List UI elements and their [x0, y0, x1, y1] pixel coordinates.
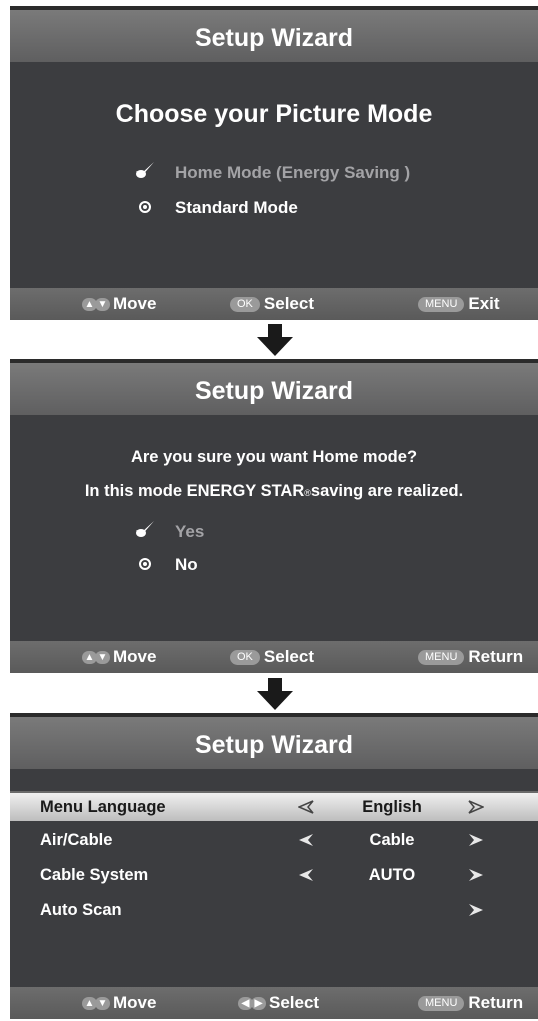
footer-return: MENU Return	[418, 987, 523, 1019]
checkmark-icon	[134, 161, 156, 184]
footer-select-label: Select	[263, 294, 314, 313]
up-down-key-icon: ▲ ▼	[82, 297, 110, 311]
left-arrow-icon[interactable]	[298, 832, 314, 848]
footer-return-label: Return	[468, 647, 524, 666]
footer-exit: MENU Exit	[418, 288, 500, 320]
left-arrow-icon[interactable]	[298, 867, 314, 883]
footer-select-label: Select	[263, 647, 314, 666]
radio-icon	[134, 198, 156, 218]
footer-move-label: Move	[113, 993, 157, 1012]
cable-system-row[interactable]: Cable System AUTO	[10, 861, 538, 889]
energy-star-text: In this mode ENERGY STAR	[84, 482, 305, 500]
registered-mark: ®	[304, 488, 311, 498]
footer-bar: ▲ ▼ Move ◀ ▶ Select MENU Return	[10, 987, 538, 1019]
right-arrow-icon[interactable]	[468, 867, 484, 883]
option-label: Standard Mode	[175, 198, 298, 217]
left-right-key-icon: ◀ ▶	[238, 996, 266, 1010]
air-cable-row[interactable]: Air/Cable Cable	[10, 826, 538, 854]
setup-wizard-screen-1: Setup Wizard Choose your Picture Mode Ho…	[10, 6, 538, 320]
footer-move-label: Move	[113, 294, 157, 313]
option-label: Home Mode (Energy Saving )	[175, 162, 411, 182]
setup-wizard-screen-2: Setup Wizard Are you sure you want Home …	[10, 359, 538, 673]
left-arrow-icon[interactable]	[298, 799, 314, 815]
footer-move: ▲ ▼ Move	[82, 288, 156, 320]
option-standard-mode[interactable]: Standard Mode	[134, 198, 298, 218]
ok-key-icon: OK	[230, 296, 260, 312]
footer-select: OK Select	[230, 288, 314, 320]
screen-title: Setup Wizard	[10, 359, 538, 415]
option-label: No	[175, 555, 198, 574]
footer-move-label: Move	[113, 647, 157, 666]
confirm-question: Are you sure you want Home mode?	[130, 448, 418, 466]
screen-title: Setup Wizard	[10, 6, 538, 62]
footer-select: ◀ ▶ Select	[238, 987, 319, 1019]
footer-move: ▲ ▼ Move	[82, 987, 156, 1019]
footer-return: MENU Return	[418, 641, 523, 673]
menu-language-row[interactable]: Menu Language English	[10, 791, 538, 821]
row-label: Menu Language	[40, 798, 166, 816]
up-down-key-icon: ▲ ▼	[82, 996, 110, 1010]
footer-bar: ▲ ▼ Move OK Select MENU Return	[10, 641, 538, 673]
menu-key-icon: MENU	[418, 296, 465, 312]
footer-select: OK Select	[230, 641, 314, 673]
right-arrow-icon[interactable]	[468, 799, 484, 815]
setup-wizard-screen-3: Setup Wizard Menu Language English Air/C…	[10, 713, 538, 1019]
footer-bar: ▲ ▼ Move OK Select MENU Exit	[10, 288, 538, 320]
row-value: English	[362, 798, 422, 816]
row-value: AUTO	[368, 866, 416, 884]
energy-star-note: In this mode ENERGY STAR®saving are real…	[10, 482, 538, 501]
right-arrow-icon[interactable]	[468, 902, 484, 918]
screen-title: Setup Wizard	[10, 713, 538, 769]
row-label: Cable System	[40, 866, 149, 884]
down-arrow-icon	[257, 678, 293, 710]
option-home-mode[interactable]: Home Mode (Energy Saving )	[134, 161, 410, 184]
menu-key-icon: MENU	[418, 649, 465, 665]
row-label: Air/Cable	[40, 831, 113, 849]
option-label: Yes	[175, 521, 205, 541]
option-yes[interactable]: Yes	[134, 520, 204, 543]
picture-mode-heading: Choose your Picture Mode	[115, 100, 433, 128]
footer-return-label: Return	[468, 993, 524, 1012]
ok-key-icon: OK	[230, 649, 260, 665]
auto-scan-row[interactable]: Auto Scan	[10, 896, 538, 924]
footer-move: ▲ ▼ Move	[82, 641, 156, 673]
radio-icon	[134, 555, 156, 575]
footer-select-label: Select	[269, 993, 320, 1012]
footer-exit-label: Exit	[468, 294, 500, 313]
energy-star-text-end: saving are realized.	[310, 482, 464, 500]
checkmark-icon	[134, 520, 156, 543]
down-arrow-icon	[257, 324, 293, 356]
menu-key-icon: MENU	[418, 995, 465, 1011]
row-label: Auto Scan	[40, 901, 122, 919]
option-no[interactable]: No	[134, 555, 198, 575]
row-value: Cable	[369, 831, 415, 849]
up-down-key-icon: ▲ ▼	[82, 650, 110, 664]
right-arrow-icon[interactable]	[468, 832, 484, 848]
